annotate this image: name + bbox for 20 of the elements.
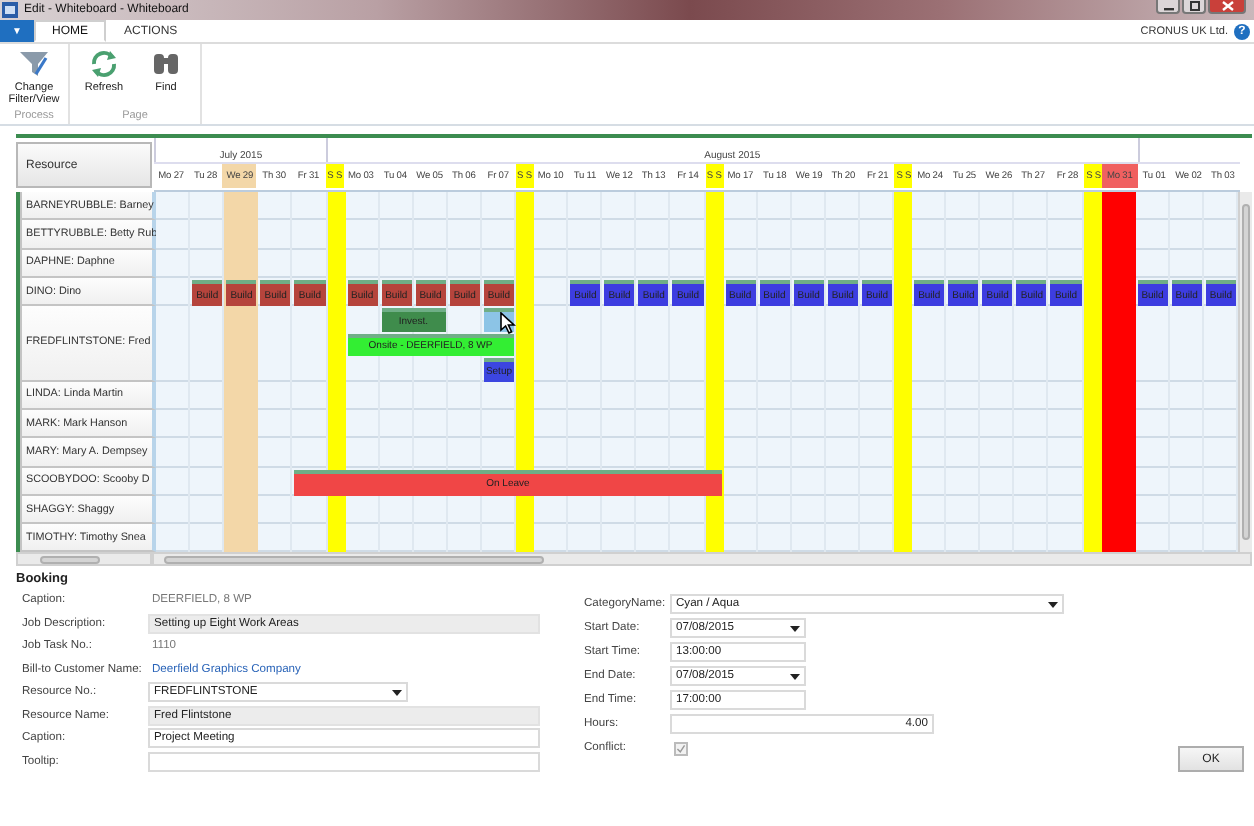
maximize-icon <box>1185 0 1203 12</box>
binoculars-icon <box>150 48 182 80</box>
scrollbar-thumb[interactable] <box>40 555 100 564</box>
maximize-button[interactable] <box>1182 0 1206 14</box>
funnel-icon <box>18 48 50 80</box>
vertical-scrollbar[interactable] <box>1238 192 1252 553</box>
horizontal-scrollbar[interactable] <box>16 552 152 567</box>
scrollbar-thumb[interactable] <box>164 555 544 564</box>
refresh-icon <box>88 48 120 80</box>
dropdown-arrow-icon <box>1048 601 1058 608</box>
horizontal-scrollbar[interactable] <box>152 552 1252 567</box>
minimize-button[interactable] <box>1156 0 1180 14</box>
input-field[interactable] <box>148 751 540 772</box>
scrollbar-thumb[interactable] <box>1242 204 1250 541</box>
mouse-pointer-icon <box>500 312 516 334</box>
dropdown-arrow-icon <box>790 673 800 680</box>
close-button[interactable] <box>1208 0 1246 14</box>
app-icon <box>2 2 18 18</box>
dropdown-arrow-icon <box>392 689 402 696</box>
dropdown-arrow-icon <box>790 625 800 632</box>
